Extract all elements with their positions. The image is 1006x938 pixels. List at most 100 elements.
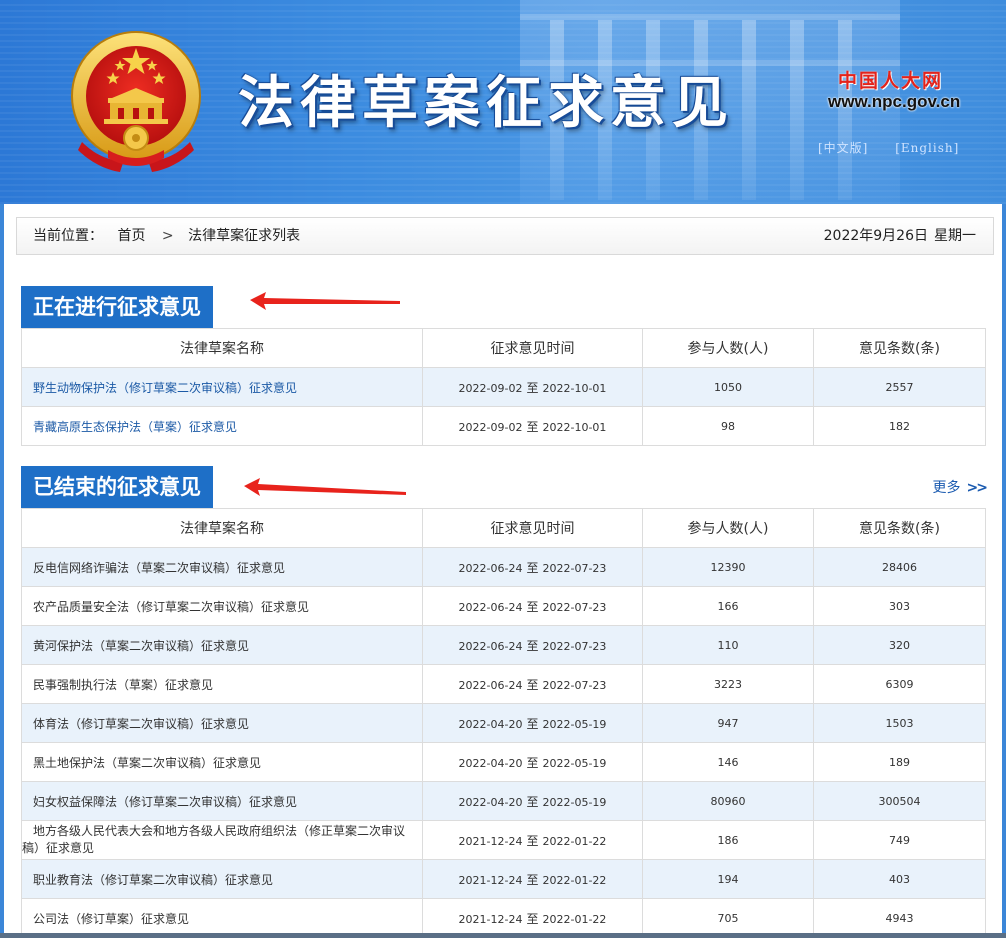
start-date: 2022-06-24 <box>458 561 523 575</box>
comments-cell: 320 <box>813 625 986 665</box>
start-date: 2022-04-20 <box>458 756 523 770</box>
table-row[interactable]: 农产品质量安全法（修订草案二次审议稿）征求意见 2022-06-24 至 2022-… <box>21 586 986 626</box>
table-row[interactable]: 反电信网络诈骗法（草案二次审议稿）征求意见 2022-06-24 至 2022-07… <box>21 547 986 587</box>
table-row[interactable]: 妇女权益保障法（修订草案二次审议稿）征求意见 2022-04-20 至 2022-0… <box>21 781 986 821</box>
end-date: 2022-07-23 <box>542 600 607 614</box>
breadcrumb-path: 当前位置： 首页 > 法律草案征求列表 <box>33 218 300 254</box>
table-row[interactable]: 公司法（修订草案）征求意见 2021-12-24 至 2022-01-22 705 … <box>21 898 986 938</box>
draft-link[interactable]: 职业教育法（修订草案二次审议稿）征求意见 <box>33 873 273 887</box>
comments-cell: 749 <box>813 820 986 860</box>
participants-cell: 110 <box>642 625 814 665</box>
start-date: 2022-06-24 <box>458 639 523 653</box>
participants-cell: 98 <box>642 406 814 446</box>
end-date: 2022-07-23 <box>542 678 607 692</box>
comments-cell: 300504 <box>813 781 986 821</box>
comments-cell: 4943 <box>813 898 986 938</box>
to-label: 至 <box>526 419 539 434</box>
to-label: 至 <box>526 599 539 614</box>
table-row[interactable]: 体育法（修订草案二次审议稿）征求意见 2022-04-20 至 2022-05-19… <box>21 703 986 743</box>
table-row[interactable]: 黄河保护法（草案二次审议稿）征求意见 2022-06-24 至 2022-07-23… <box>21 625 986 665</box>
draft-link[interactable]: 黑土地保护法（草案二次审议稿）征求意见 <box>33 756 261 770</box>
to-label: 至 <box>526 755 539 770</box>
end-date: 2022-05-19 <box>542 717 607 731</box>
draft-name-cell: 青藏高原生态保护法（草案）征求意见 <box>21 406 423 446</box>
horizontal-scrollbar[interactable] <box>0 933 1006 938</box>
table-row[interactable]: 青藏高原生态保护法（草案）征求意见 2022-09-02 至 2022-10-01 … <box>21 406 986 446</box>
participants-cell: 12390 <box>642 547 814 587</box>
period-cell: 2022-09-02 至 2022-10-01 <box>422 406 643 446</box>
end-date: 2022-10-01 <box>542 420 607 434</box>
table-row[interactable]: 地方各级人民代表大会和地方各级人民政府组织法（修正草案二次审议稿）征求意见 20… <box>21 820 986 860</box>
draft-name-cell: 野生动物保护法（修订草案二次审议稿）征求意见 <box>21 367 423 407</box>
draft-link[interactable]: 地方各级人民代表大会和地方各级人民政府组织法（修正草案二次审议稿）征求意见 <box>22 823 422 857</box>
draft-link[interactable]: 野生动物保护法（修订草案二次审议稿）征求意见 <box>33 381 297 395</box>
col-header-participants: 参与人数(人) <box>642 328 814 368</box>
comments-cell: 28406 <box>813 547 986 587</box>
comments-cell: 403 <box>813 859 986 899</box>
comments-cell: 2557 <box>813 367 986 407</box>
period-cell: 2022-04-20 至 2022-05-19 <box>422 781 643 821</box>
end-date: 2022-01-22 <box>542 912 607 926</box>
comments-cell: 1503 <box>813 703 986 743</box>
lang-english-link[interactable]: [English] <box>895 141 959 155</box>
draft-name-cell: 体育法（修订草案二次审议稿）征求意见 <box>21 703 423 743</box>
to-label: 至 <box>526 911 539 926</box>
breadcrumb-home-link[interactable]: 首页 <box>117 228 145 244</box>
double-chevron-right-icon: >> <box>966 480 989 496</box>
table-row[interactable]: 野生动物保护法（修订草案二次审议稿）征求意见 2022-09-02 至 2022-1… <box>21 367 986 407</box>
end-date: 2022-05-19 <box>542 756 607 770</box>
draft-link[interactable]: 公司法（修订草案）征求意见 <box>33 912 189 926</box>
draft-link[interactable]: 体育法（修订草案二次审议稿）征求意见 <box>33 717 249 731</box>
npc-logo[interactable]: 中国人大网 <box>838 66 941 92</box>
period-cell: 2021-12-24 至 2022-01-22 <box>422 898 643 938</box>
more-link[interactable]: 更多 >> <box>932 477 989 497</box>
table-header-row: 法律草案名称 征求意见时间 参与人数(人) 意见条数(条) <box>21 328 986 368</box>
period-cell: 2022-06-24 至 2022-07-23 <box>422 586 643 626</box>
comments-cell: 189 <box>813 742 986 782</box>
breadcrumb-current: 法律草案征求列表 <box>188 228 301 244</box>
draft-link[interactable]: 黄河保护法（草案二次审议稿）征求意见 <box>33 639 249 653</box>
table-row[interactable]: 民事强制执行法（草案）征求意见 2022-06-24 至 2022-07-23 32… <box>21 664 986 704</box>
table-row[interactable]: 职业教育法（修订草案二次审议稿）征求意见 2021-12-24 至 2022-01-… <box>21 859 986 899</box>
draft-name-cell: 黄河保护法（草案二次审议稿）征求意见 <box>21 625 423 665</box>
table-row[interactable]: 黑土地保护法（草案二次审议稿）征求意见 2022-04-20 至 2022-05-1… <box>21 742 986 782</box>
draft-name-cell: 职业教育法（修订草案二次审议稿）征求意见 <box>21 859 423 899</box>
draft-link[interactable]: 反电信网络诈骗法（草案二次审议稿）征求意见 <box>33 561 285 575</box>
col-header-comments: 意见条数(条) <box>813 328 986 368</box>
site-banner: 法律草案征求意见 中国人大网 www.npc.gov.cn [中文版] [Eng… <box>0 0 1006 204</box>
participants-cell: 3223 <box>642 664 814 704</box>
start-date: 2022-09-02 <box>458 420 523 434</box>
draft-link[interactable]: 青藏高原生态保护法（草案）征求意见 <box>33 420 237 434</box>
lang-chinese-link[interactable]: [中文版] <box>818 141 868 155</box>
end-date: 2022-07-23 <box>542 561 607 575</box>
participants-cell: 1050 <box>642 367 814 407</box>
comments-cell: 6309 <box>813 664 986 704</box>
draft-name-cell: 民事强制执行法（草案）征求意见 <box>21 664 423 704</box>
to-label: 至 <box>526 380 539 395</box>
to-label: 至 <box>526 872 539 887</box>
main-panel: 当前位置： 首页 > 法律草案征求列表 2022年9月26日 星期一 正在进行征求… <box>4 204 1002 938</box>
annotation-arrow-icon <box>244 478 406 496</box>
participants-cell: 80960 <box>642 781 814 821</box>
npc-url[interactable]: www.npc.gov.cn <box>828 92 960 112</box>
breadcrumb: 当前位置： 首页 > 法律草案征求列表 2022年9月26日 星期一 <box>16 217 994 255</box>
start-date: 2021-12-24 <box>458 834 523 848</box>
ended-table: 法律草案名称 征求意见时间 参与人数(人) 意见条数(条) 反电信网络诈骗法（草… <box>21 508 986 938</box>
end-date: 2022-10-01 <box>542 381 607 395</box>
more-label: 更多 <box>932 480 961 496</box>
col-header-comments: 意见条数(条) <box>813 508 986 548</box>
period-cell: 2021-12-24 至 2022-01-22 <box>422 859 643 899</box>
table-header-row: 法律草案名称 征求意见时间 参与人数(人) 意见条数(条) <box>21 508 986 548</box>
start-date: 2022-06-24 <box>458 600 523 614</box>
draft-link[interactable]: 民事强制执行法（草案）征求意见 <box>33 678 213 692</box>
draft-link[interactable]: 农产品质量安全法（修订草案二次审议稿）征求意见 <box>33 600 309 614</box>
period-cell: 2022-04-20 至 2022-05-19 <box>422 703 643 743</box>
ongoing-table: 法律草案名称 征求意见时间 参与人数(人) 意见条数(条) 野生动物保护法（修订… <box>21 328 986 446</box>
period-cell: 2022-09-02 至 2022-10-01 <box>422 367 643 407</box>
to-label: 至 <box>526 794 539 809</box>
period-cell: 2022-06-24 至 2022-07-23 <box>422 625 643 665</box>
end-date: 2022-01-22 <box>542 873 607 887</box>
section-title-ended: 已结束的征求意见 <box>21 466 213 508</box>
draft-link[interactable]: 妇女权益保障法（修订草案二次审议稿）征求意见 <box>33 795 297 809</box>
comments-cell: 182 <box>813 406 986 446</box>
